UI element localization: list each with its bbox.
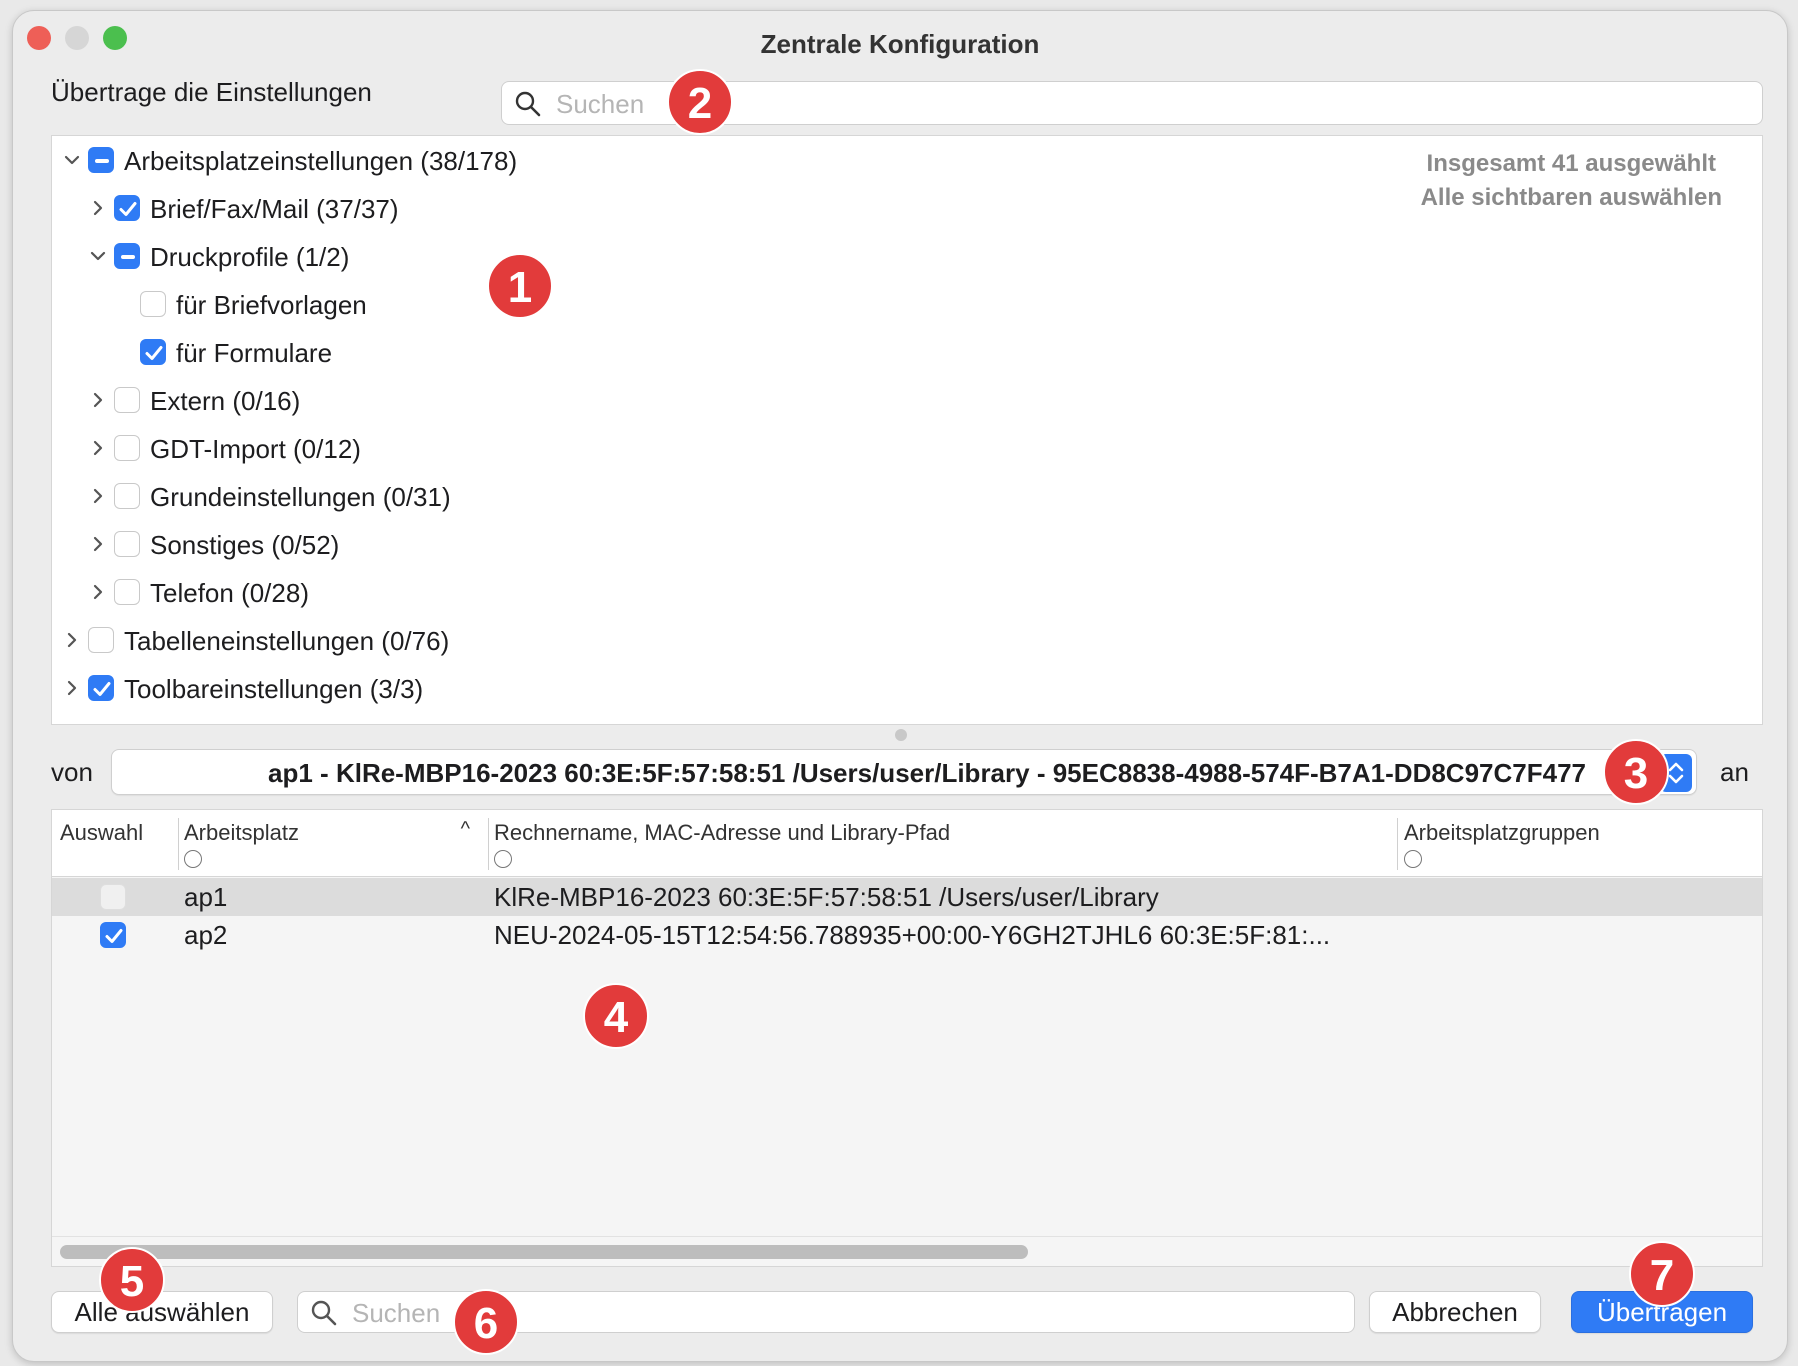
- horizontal-scrollbar[interactable]: [52, 1236, 1762, 1266]
- transfer-settings-label: Übertrage die Einstellungen: [51, 77, 372, 107]
- row-host: NEU-2024-05-15T12:54:56.788935+00:00-Y6G…: [494, 920, 1331, 950]
- chevron-right-icon[interactable]: [88, 486, 108, 506]
- chevron-down-icon[interactable]: [62, 150, 82, 170]
- row-workplace: ap2: [184, 920, 228, 950]
- tree-item[interactable]: Tabelleneinstellungen (0/76): [52, 618, 1252, 662]
- chevron-right-icon[interactable]: [88, 582, 108, 602]
- tree-item-label: Extern (0/16): [150, 386, 301, 416]
- sort-ascending-icon: ^: [460, 818, 470, 840]
- checkmark-icon: [145, 346, 163, 360]
- mixed-state-icon: [121, 255, 135, 259]
- column-filter-radio[interactable]: [1404, 850, 1422, 868]
- to-label: an: [1720, 757, 1749, 787]
- tree-item-label: Telefon (0/28): [150, 578, 309, 608]
- tree-item-checkbox[interactable]: [88, 675, 114, 701]
- tree-item-checkbox[interactable]: [88, 627, 114, 653]
- tree-item[interactable]: Druckprofile (1/2): [52, 234, 1252, 278]
- tree-item-label: Sonstiges (0/52): [150, 530, 340, 560]
- tree-item[interactable]: für Briefvorlagen: [52, 282, 1252, 326]
- tree-item-checkbox[interactable]: [88, 147, 114, 173]
- column-header-workplace-label: Arbeitsplatz: [184, 820, 299, 845]
- settings-tree: Insgesamt 41 ausgewählt Alle sichtbaren …: [51, 135, 1763, 725]
- tree-item-label: Toolbareinstellungen (3/3): [124, 674, 424, 704]
- tree-item[interactable]: für Formulare: [52, 330, 1252, 374]
- tree-item-label: GDT-Import (0/12): [150, 434, 361, 464]
- tree-item[interactable]: Grundeinstellungen (0/31): [52, 474, 1252, 518]
- settings-search-placeholder: Suchen: [556, 89, 645, 119]
- tree-item-checkbox[interactable]: [114, 531, 140, 557]
- column-header-selection-label: Auswahl: [60, 820, 144, 845]
- chevron-right-icon[interactable]: [62, 630, 82, 650]
- column-filter-radio[interactable]: [494, 850, 512, 868]
- annotation-badge-1: 1: [487, 253, 553, 319]
- tree-item[interactable]: Sonstiges (0/52): [52, 522, 1252, 566]
- window-title: Zentrale Konfiguration: [760, 29, 1040, 59]
- tree-item-label: Brief/Fax/Mail (37/37): [150, 194, 399, 224]
- tree-item-checkbox[interactable]: [114, 435, 140, 461]
- workplace-table: Auswahl Arbeitsplatz ^ Rechnername, MAC-…: [51, 809, 1763, 1267]
- tree-item-checkbox[interactable]: [114, 579, 140, 605]
- tree-item-checkbox[interactable]: [140, 291, 166, 317]
- tree-item-label: für Briefvorlagen: [176, 290, 367, 320]
- tree-item[interactable]: Toolbareinstellungen (3/3): [52, 666, 1252, 710]
- chevron-right-icon[interactable]: [88, 390, 108, 410]
- chevron-down-icon[interactable]: [88, 246, 108, 266]
- tree-item-label: Grundeinstellungen (0/31): [150, 482, 451, 512]
- chevron-right-icon[interactable]: [88, 534, 108, 554]
- source-workplace-value: ap1 - KlRe-MBP16-2023 60:3E:5F:57:58:51 …: [268, 758, 1586, 788]
- tree-item-checkbox[interactable]: [140, 339, 166, 365]
- total-selected-text: Insgesamt 41 ausgewählt: [1426, 150, 1716, 177]
- row-host: KlRe-MBP16-2023 60:3E:5F:57:58:51 /Users…: [494, 882, 1159, 912]
- source-workplace-popup[interactable]: ap1 - KlRe-MBP16-2023 60:3E:5F:57:58:51 …: [111, 749, 1697, 795]
- tree-item-checkbox[interactable]: [114, 243, 140, 269]
- row-workplace: ap1: [184, 882, 228, 912]
- tree-item-checkbox[interactable]: [114, 195, 140, 221]
- select-all-button[interactable]: Alle auswählen: [51, 1291, 273, 1333]
- search-icon: [311, 1300, 337, 1326]
- checkmark-icon: [93, 682, 111, 696]
- tree-item[interactable]: Brief/Fax/Mail (37/37): [52, 186, 1252, 230]
- annotation-badge-3: 3: [1603, 739, 1669, 805]
- column-header-groups-label: Arbeitsplatzgruppen: [1404, 820, 1600, 845]
- row-select-checkbox[interactable]: [100, 922, 126, 948]
- chevron-right-icon[interactable]: [62, 678, 82, 698]
- mixed-state-icon: [95, 159, 109, 163]
- tree-item[interactable]: GDT-Import (0/12): [52, 426, 1252, 470]
- checkmark-icon: [119, 202, 137, 216]
- table-row[interactable]: ap1 KlRe-MBP16-2023 60:3E:5F:57:58:51 /U…: [52, 878, 1762, 916]
- tree-item-label: Druckprofile (1/2): [150, 242, 350, 272]
- splitter-handle[interactable]: [895, 729, 907, 741]
- select-all-visible-link[interactable]: Alle sichtbaren auswählen: [1421, 184, 1722, 212]
- tree-item-label: Tabelleneinstellungen (0/76): [124, 626, 450, 656]
- cancel-button[interactable]: Abbrechen: [1369, 1291, 1541, 1333]
- dialog-window: Zentrale Konfiguration Übertrage die Ein…: [12, 10, 1788, 1362]
- table-row[interactable]: ap2 NEU-2024-05-15T12:54:56.788935+00:00…: [52, 916, 1762, 954]
- annotation-badge-6: 6: [453, 1289, 519, 1355]
- workplace-search-placeholder: Suchen: [352, 1298, 441, 1328]
- checkmark-icon: [105, 929, 123, 943]
- scrollbar-thumb[interactable]: [60, 1245, 1028, 1259]
- tree-item-label: für Formulare: [176, 338, 333, 368]
- tree-item-checkbox[interactable]: [114, 483, 140, 509]
- column-filter-radio[interactable]: [184, 850, 202, 868]
- annotation-badge-2: 2: [667, 69, 733, 135]
- from-label: von: [51, 757, 93, 787]
- tree-item[interactable]: Arbeitsplatzeinstellungen (38/178): [52, 138, 1252, 182]
- column-header-workplace[interactable]: Arbeitsplatz ^: [184, 810, 480, 874]
- chevron-right-icon[interactable]: [88, 438, 108, 458]
- tree-item[interactable]: Extern (0/16): [52, 378, 1252, 422]
- annotation-badge-5: 5: [99, 1247, 165, 1313]
- column-header-host-label: Rechnername, MAC-Adresse und Library-Pfa…: [494, 820, 951, 845]
- annotation-badge-7: 7: [1629, 1241, 1695, 1307]
- annotation-badge-4: 4: [583, 983, 649, 1049]
- tree-item[interactable]: Telefon (0/28): [52, 570, 1252, 614]
- search-icon: [515, 91, 541, 117]
- tree-item-checkbox[interactable]: [114, 387, 140, 413]
- chevron-right-icon[interactable]: [88, 198, 108, 218]
- tree-item-label: Arbeitsplatzeinstellungen (38/178): [124, 146, 518, 176]
- row-select-checkbox[interactable]: [100, 884, 126, 910]
